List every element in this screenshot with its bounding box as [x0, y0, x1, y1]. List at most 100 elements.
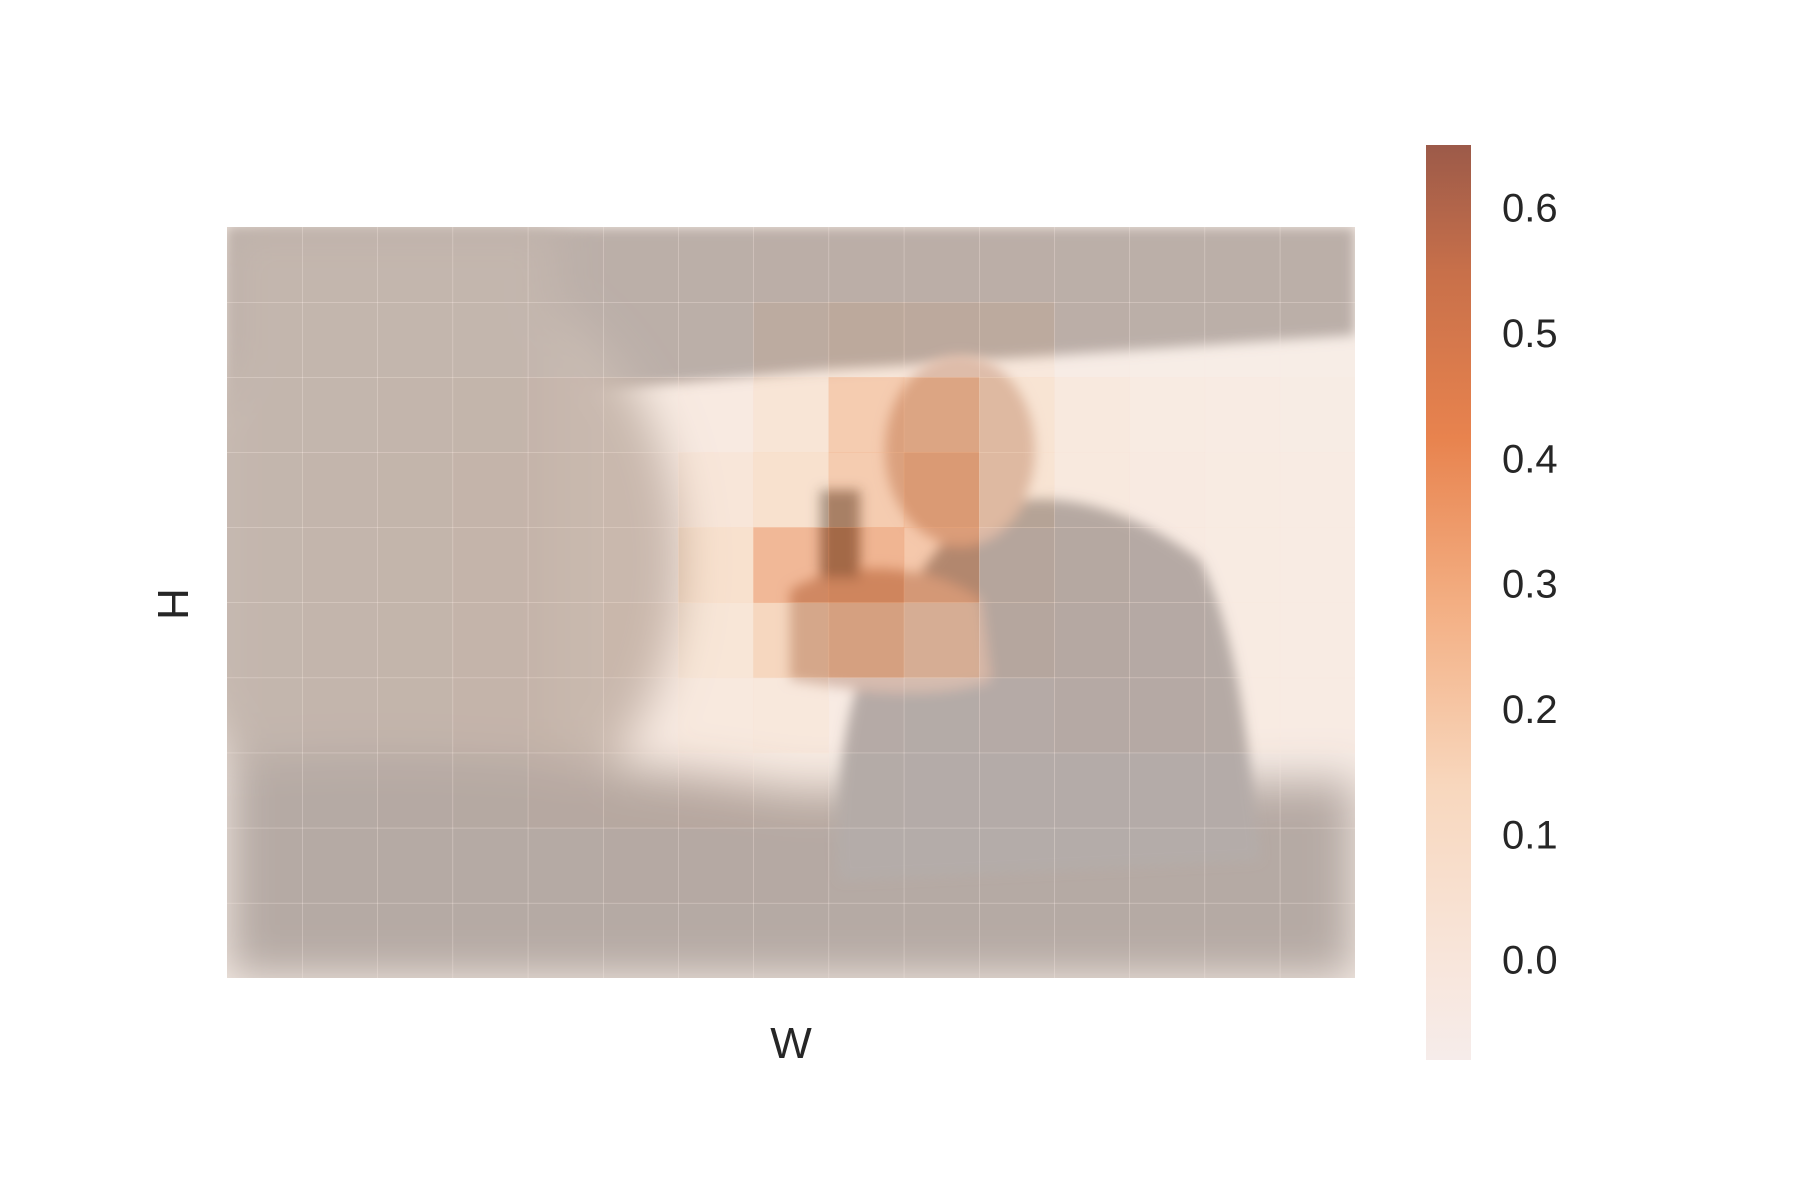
heatmap-cell: [452, 527, 529, 603]
heatmap-cell: [452, 677, 529, 754]
heatmap-cell: [377, 227, 454, 303]
heatmap-cell: [377, 602, 454, 679]
heatmap-cell: [1279, 452, 1355, 528]
heatmap-cell: [1129, 527, 1206, 603]
heatmap-cell: [979, 602, 1055, 679]
heatmap-cell: [1129, 902, 1206, 978]
heatmap-cell: [1279, 677, 1355, 754]
colorbar-ticks: 0.0 0.1 0.2 0.3 0.4 0.5 0.6: [1502, 187, 1558, 983]
heatmap-cell: [377, 377, 454, 453]
heatmap-cell: [1054, 227, 1130, 303]
heatmap-cell: [227, 752, 303, 829]
heatmap-cell: [527, 827, 604, 904]
heatmap-cell: [452, 827, 529, 904]
heatmap-cell: [828, 302, 905, 378]
heatmap-cell: [227, 527, 303, 603]
heatmap-cell: [452, 752, 529, 829]
heatmap-cell: [603, 677, 679, 754]
heatmap-cell: [678, 377, 754, 453]
heatmap-cell: [828, 527, 905, 603]
heatmap-cell: [979, 302, 1055, 378]
heatmap-cell: [678, 602, 754, 679]
heatmap-cell: [603, 452, 679, 528]
heatmap-cell: [753, 452, 830, 528]
heatmap-cell: [903, 302, 980, 378]
heatmap-cell: [678, 827, 754, 904]
y-axis-label: H: [148, 588, 197, 620]
heatmap-cell: [227, 302, 303, 378]
heatmap-cell: [1054, 527, 1130, 603]
heatmap-cell: [302, 227, 378, 303]
heatmap-cell: [302, 377, 378, 453]
heatmap-cell: [227, 677, 303, 754]
heatmap-cell: [1204, 227, 1281, 303]
heatmap-cell: [1204, 452, 1281, 528]
heatmap-cell: [227, 227, 303, 303]
heatmap-cell: [1279, 527, 1355, 603]
heatmap-cell: [1204, 752, 1281, 829]
heatmap-cell: [603, 227, 679, 303]
heatmap-cell: [1054, 602, 1130, 679]
heatmap-cell: [377, 752, 454, 829]
heatmap-cell: [1279, 827, 1355, 904]
heatmap-cell: [227, 377, 303, 453]
heatmap-cell: [903, 677, 980, 754]
heatmap-cell: [1054, 452, 1130, 528]
heatmap-cell: [979, 452, 1055, 528]
heatmap-cell: [678, 677, 754, 754]
heatmap-cell: [302, 902, 378, 978]
heatmap-cell: [828, 677, 905, 754]
heatmap-cell: [1204, 302, 1281, 378]
heatmap-cell: [377, 452, 454, 528]
heatmap-cell: [753, 227, 830, 303]
heatmap-cell: [527, 377, 604, 453]
heatmap-cell: [452, 377, 529, 453]
heatmap-cell: [828, 827, 905, 904]
heatmap-cell: [1279, 302, 1355, 378]
heatmap-cell: [452, 227, 529, 303]
heatmap-cell: [527, 452, 604, 528]
heatmap-cell: [1279, 227, 1355, 303]
colorbar: [1426, 145, 1471, 1060]
heatmap-cell: [1204, 602, 1281, 679]
heatmap-cell: [452, 902, 529, 978]
heatmap-cell: [1129, 302, 1206, 378]
heatmap-cell: [1054, 302, 1130, 378]
heatmap-cell: [903, 377, 980, 453]
heatmap-cell: [678, 452, 754, 528]
heatmap-cell: [527, 752, 604, 829]
heatmap-cell: [302, 452, 378, 528]
heatmap-cell: [678, 227, 754, 303]
heatmap-cell: [1204, 827, 1281, 904]
heatmap-cell: [678, 752, 754, 829]
colorbar-tick-label: 0.5: [1502, 312, 1558, 356]
heatmap-cell: [527, 227, 604, 303]
heatmap-cell: [903, 452, 980, 528]
heatmap-cell: [377, 677, 454, 754]
heatmap-cell: [527, 302, 604, 378]
heatmap-cell: [903, 827, 980, 904]
heatmap-cell: [979, 902, 1055, 978]
heatmap-cell: [302, 827, 378, 904]
heatmap-cell: [828, 227, 905, 303]
x-axis-label: W: [770, 1019, 812, 1068]
colorbar-tick-label: 0.6: [1502, 187, 1558, 231]
heatmap-cell: [377, 902, 454, 978]
heatmap-cell: [1054, 902, 1130, 978]
heatmap-cell: [302, 302, 378, 378]
heatmap-cell: [603, 527, 679, 603]
heatmap-cell: [227, 452, 303, 528]
heatmap-cell: [979, 827, 1055, 904]
colorbar-tick-label: 0.3: [1502, 563, 1558, 607]
heatmap-cell: [527, 902, 604, 978]
heatmap-cell: [227, 902, 303, 978]
heatmap-cell: [1129, 827, 1206, 904]
heatmap-cell: [1129, 752, 1206, 829]
heatmap-cell: [1204, 902, 1281, 978]
heatmap-cell: [979, 752, 1055, 829]
heatmap-cell: [1129, 452, 1206, 528]
heatmap-cell: [603, 752, 679, 829]
heatmap-cell: [1279, 602, 1355, 679]
heatmap-cell: [1054, 677, 1130, 754]
heatmap-cell: [377, 302, 454, 378]
